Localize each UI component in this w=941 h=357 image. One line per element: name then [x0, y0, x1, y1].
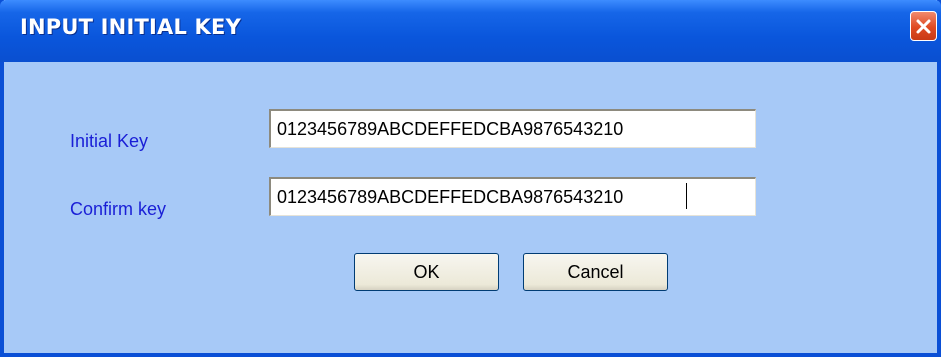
ok-button[interactable]: OK [354, 253, 499, 291]
close-icon [916, 19, 931, 34]
confirm-key-input[interactable] [269, 177, 756, 216]
cancel-button[interactable]: Cancel [523, 253, 668, 291]
initial-key-label: Initial Key [70, 131, 149, 151]
initial-key-input[interactable] [269, 109, 756, 148]
dialog-window: INPUT INITIAL KEY Initial Key Confirm ke… [0, 0, 941, 357]
confirm-key-label: Confirm key [70, 199, 167, 219]
close-button[interactable] [910, 11, 937, 41]
title-bar[interactable]: INPUT INITIAL KEY [0, 0, 941, 62]
window-title: INPUT INITIAL KEY [20, 15, 241, 39]
text-caret [686, 183, 687, 209]
